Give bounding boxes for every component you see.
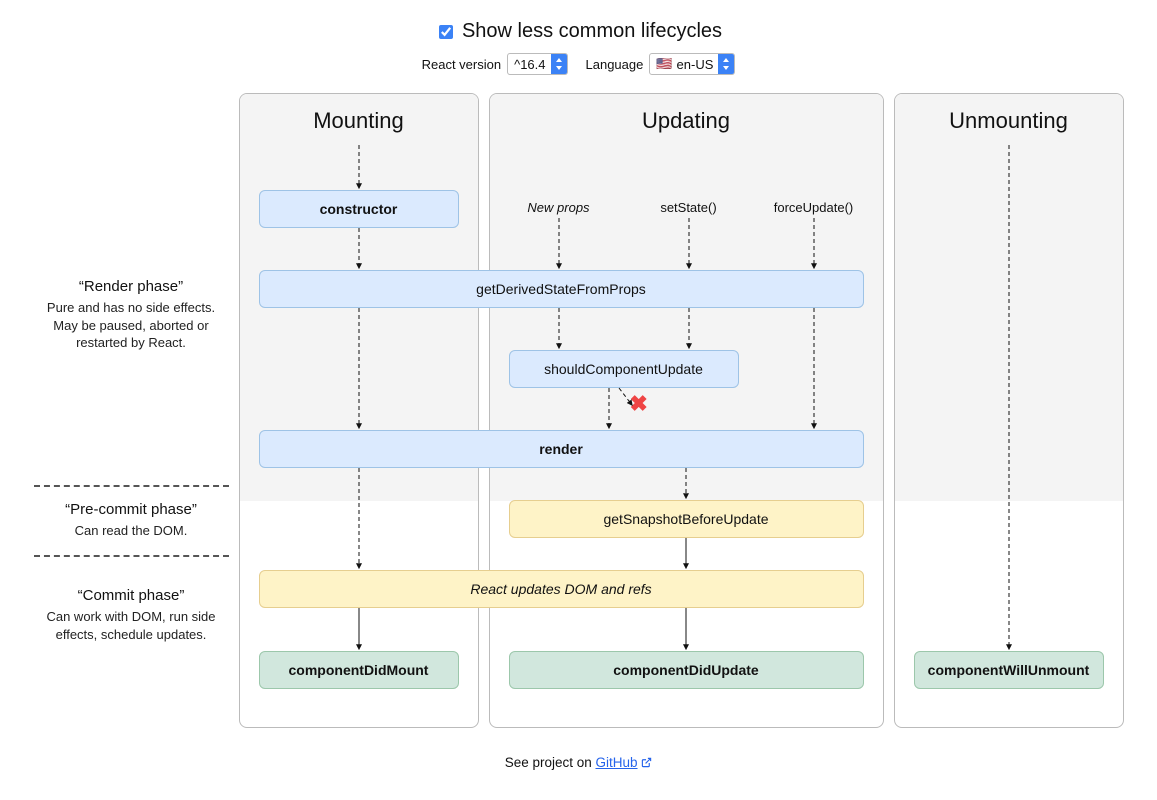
react-version-value: ^16.4: [508, 57, 550, 72]
phase-title: “Pre-commit phase”: [34, 501, 229, 518]
phase-label-commit: “Commit phase” Can work with DOM, run si…: [34, 587, 229, 643]
box-component-did-update[interactable]: componentDidUpdate: [509, 651, 864, 689]
box-render[interactable]: render: [259, 430, 864, 468]
phase-desc: Can work with DOM, run side effects, sch…: [34, 608, 229, 643]
chevron-updown-icon: [718, 53, 734, 75]
lifecycle-diagram: Mounting Updating Unmounting “Render pha…: [34, 93, 1124, 743]
column-title-updating: Updating: [490, 94, 883, 146]
column-mounting: Mounting: [239, 93, 479, 728]
phase-desc: Can read the DOM.: [34, 522, 229, 540]
language-value: 🇺🇸 en-US: [650, 56, 718, 72]
flag-icon: 🇺🇸: [656, 56, 672, 72]
box-get-derived[interactable]: getDerivedStateFromProps: [259, 270, 864, 308]
box-constructor[interactable]: constructor: [259, 190, 459, 228]
phase-desc: Pure and has no side effects. May be pau…: [34, 299, 229, 352]
abort-x-icon: ✖: [630, 391, 648, 417]
column-unmounting: Unmounting: [894, 93, 1124, 728]
footer-text: See project on: [505, 755, 596, 770]
language-group: Language 🇺🇸 en-US: [586, 53, 736, 75]
box-component-did-mount[interactable]: componentDidMount: [259, 651, 459, 689]
show-less-common-row: Show less common lifecycles: [0, 20, 1157, 43]
github-link[interactable]: GitHub: [596, 755, 638, 770]
phase-divider: [34, 555, 229, 557]
phase-title: “Commit phase”: [34, 587, 229, 604]
show-less-common-label: Show less common lifecycles: [462, 20, 722, 43]
chevron-updown-icon: [551, 53, 567, 75]
footer: See project on GitHub: [0, 743, 1157, 800]
trigger-new-props: New props: [509, 200, 609, 215]
box-get-snapshot[interactable]: getSnapshotBeforeUpdate: [509, 500, 864, 538]
language-select[interactable]: 🇺🇸 en-US: [649, 53, 735, 75]
react-version-group: React version ^16.4: [422, 53, 568, 75]
selects-row: React version ^16.4 Language 🇺🇸 en-US: [0, 53, 1157, 75]
trigger-set-state: setState(): [639, 200, 739, 215]
phase-title: “Render phase”: [34, 278, 229, 295]
trigger-force-update: forceUpdate(): [764, 200, 864, 215]
phase-divider: [34, 485, 229, 487]
box-component-will-unmount[interactable]: componentWillUnmount: [914, 651, 1104, 689]
language-label: Language: [586, 57, 644, 72]
phase-label-precommit: “Pre-commit phase” Can read the DOM.: [34, 501, 229, 540]
column-title-mounting: Mounting: [240, 94, 478, 146]
column-updating: Updating: [489, 93, 884, 728]
react-version-select[interactable]: ^16.4: [507, 53, 567, 75]
box-should-update[interactable]: shouldComponentUpdate: [509, 350, 739, 388]
show-less-common-checkbox[interactable]: [439, 25, 453, 39]
external-link-icon: [641, 757, 652, 768]
box-react-updates: React updates DOM and refs: [259, 570, 864, 608]
render-phase-zone: [895, 94, 1123, 501]
phase-label-render: “Render phase” Pure and has no side effe…: [34, 278, 229, 352]
header: Show less common lifecycles React versio…: [0, 0, 1157, 75]
column-title-unmounting: Unmounting: [895, 94, 1123, 146]
react-version-label: React version: [422, 57, 501, 72]
